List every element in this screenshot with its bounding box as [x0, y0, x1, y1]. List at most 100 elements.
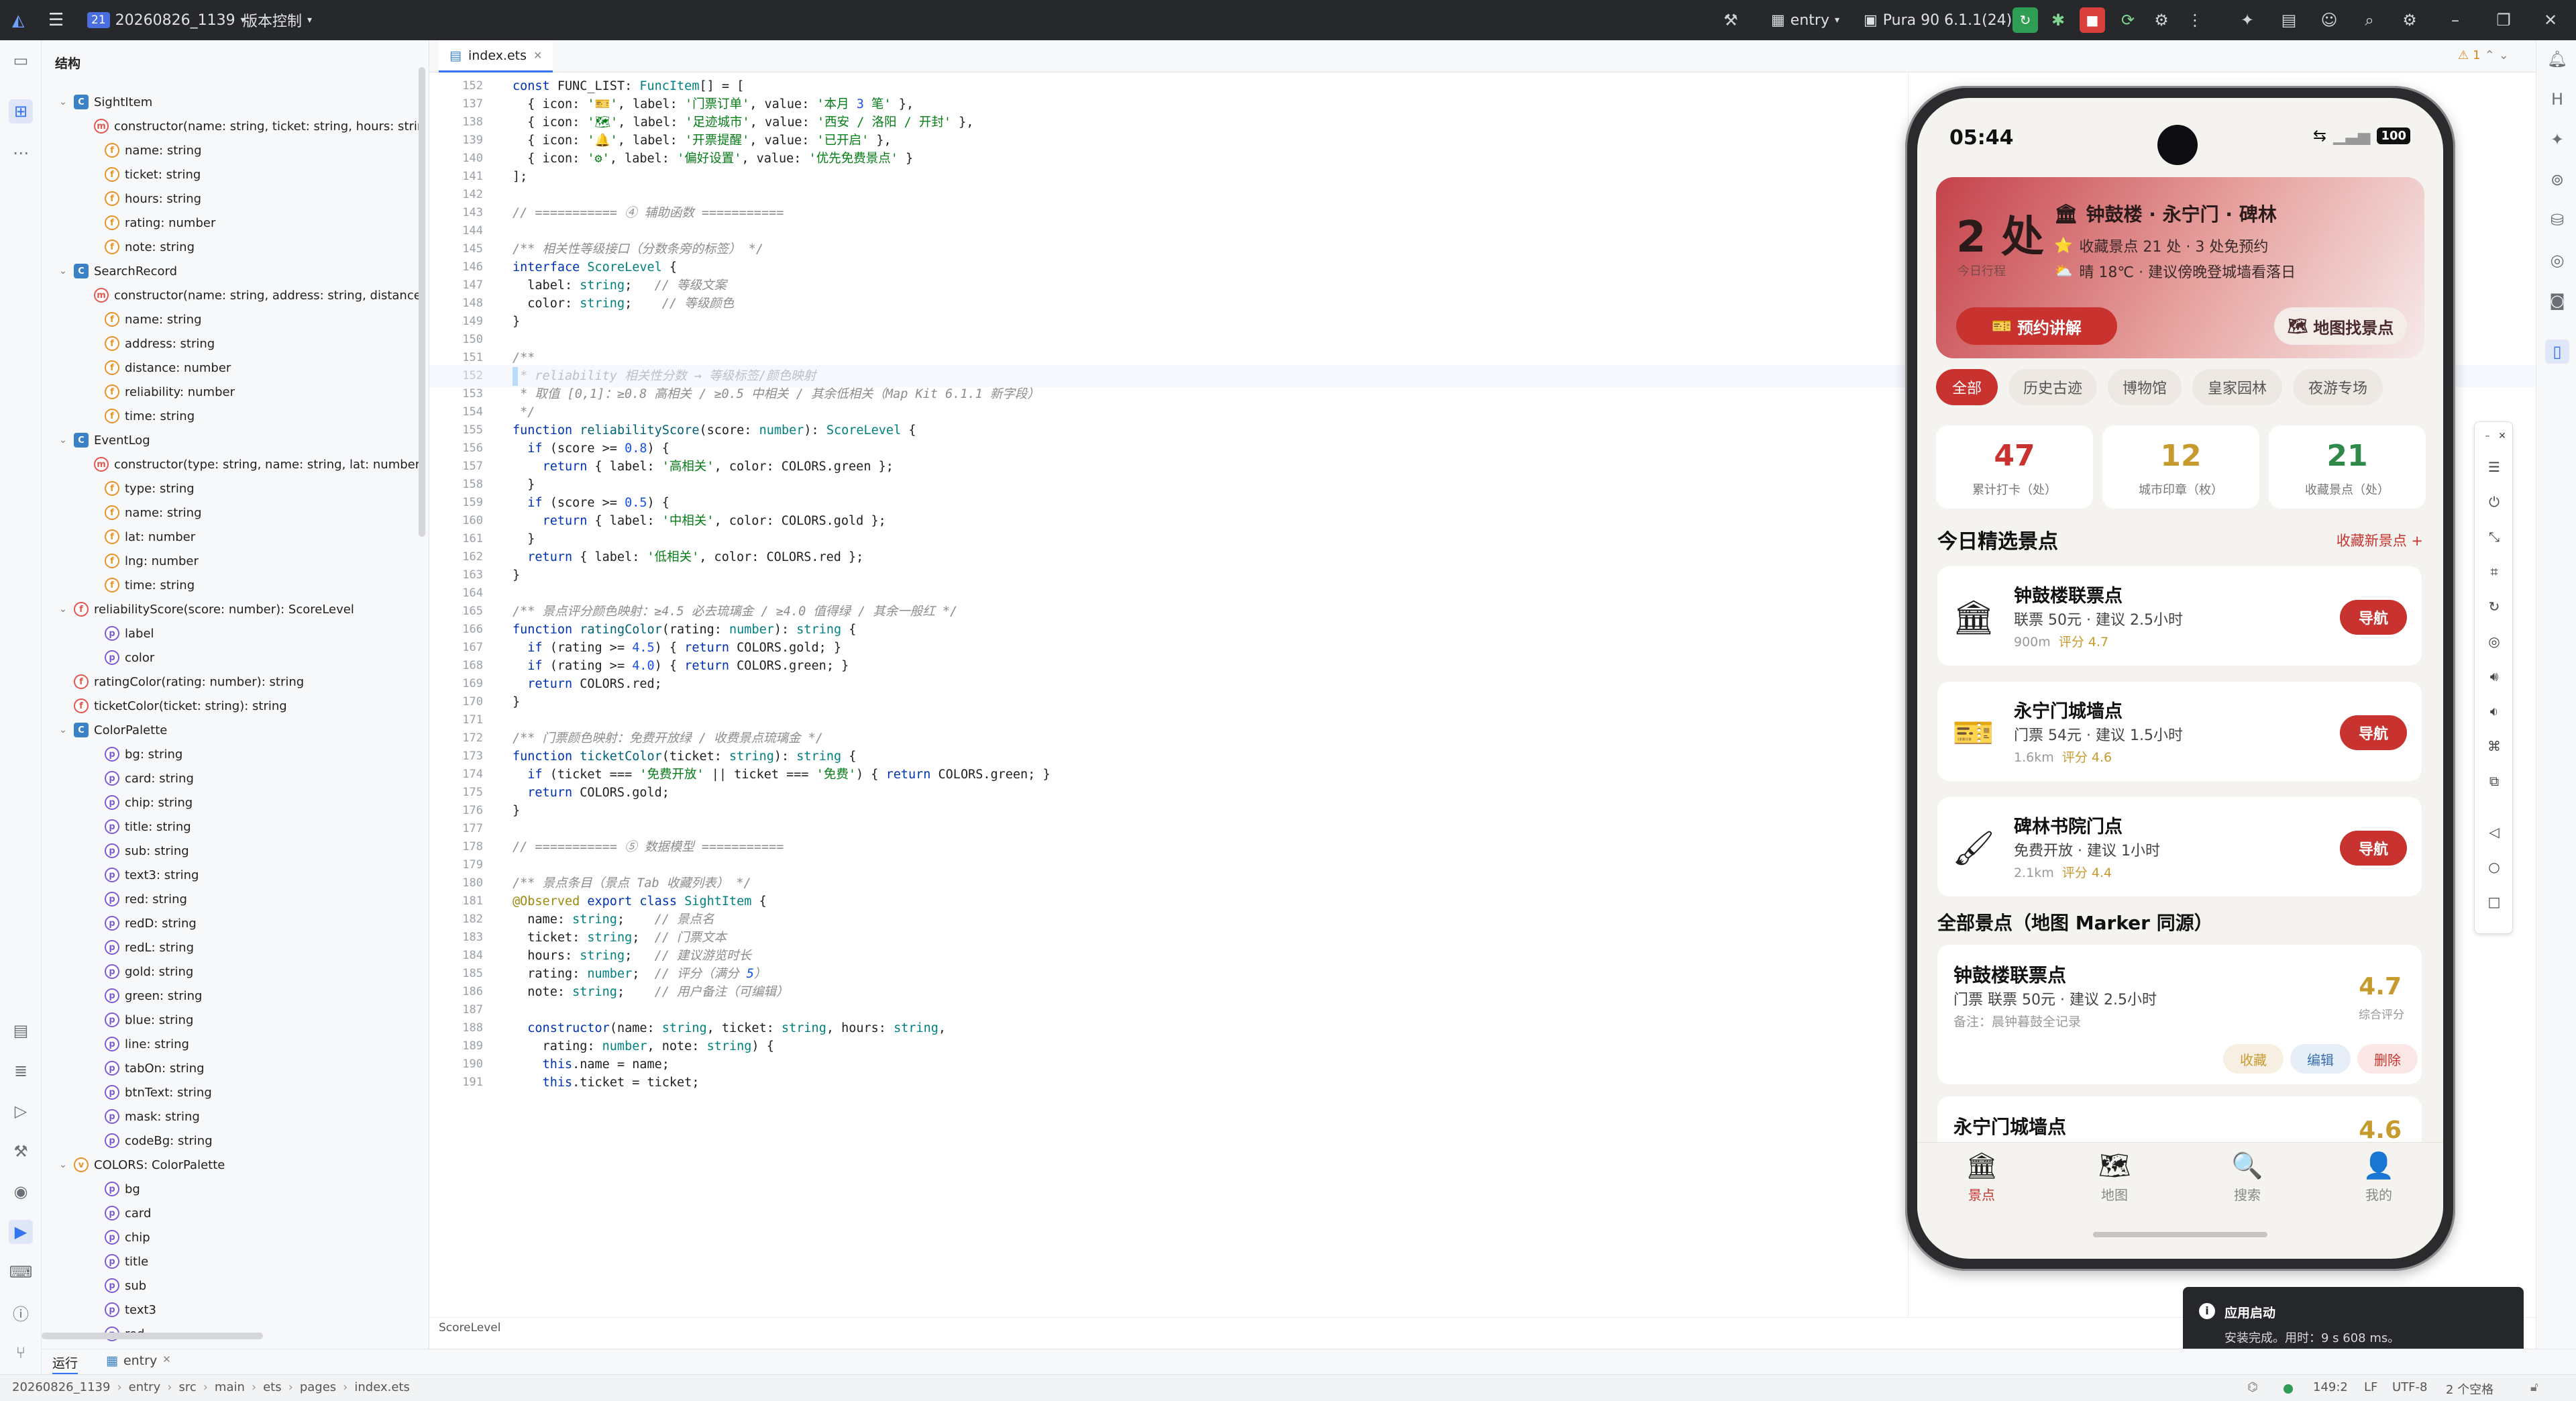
- tree-node[interactable]: f reliability: number: [89, 380, 420, 403]
- chip-historic[interactable]: 历史古迹: [2008, 369, 2097, 405]
- tree-node[interactable]: f ratingColor(rating: number): string: [58, 670, 420, 693]
- volume-down-icon[interactable]: 🔉︎: [2484, 701, 2504, 721]
- database-icon[interactable]: ⛁: [2545, 208, 2569, 232]
- chevron-down-icon[interactable]: ⌄: [58, 725, 68, 735]
- camera-tool-icon[interactable]: ◙: [2545, 289, 2569, 313]
- tree-node[interactable]: f name: string: [89, 308, 420, 331]
- location-icon[interactable]: ◎: [2484, 631, 2504, 652]
- tree-node[interactable]: ⌄ C SearchRecord: [58, 260, 420, 282]
- stop-icon[interactable]: ■: [2080, 7, 2105, 33]
- navigate-button[interactable]: 导航: [2340, 831, 2407, 866]
- warning-indicator[interactable]: ⚠ 1 ⌃ ⌄: [2458, 48, 2509, 62]
- tab-mine[interactable]: 👤 我的: [2339, 1149, 2419, 1204]
- terminal-log-icon[interactable]: ▤: [9, 1019, 33, 1043]
- account-icon[interactable]: ☺: [2318, 9, 2340, 31]
- tree-node[interactable]: p mask: string: [89, 1105, 420, 1128]
- project-switcher[interactable]: 21 20260826_1139 ▾: [87, 0, 246, 40]
- pick-card[interactable]: 🏛 钟鼓楼联票点 联票 50元 · 建议 2.5小时 900m 评分 4.7 导…: [1937, 566, 2422, 666]
- tree-node[interactable]: p chip: [89, 1226, 420, 1249]
- edit-button[interactable]: 编辑: [2290, 1044, 2351, 1074]
- crop-icon[interactable]: ⌗: [2484, 562, 2504, 582]
- structure-view-icon[interactable]: ⊞: [9, 99, 33, 123]
- breadcrumb-item[interactable]: ScoreLevel: [439, 1321, 501, 1335]
- play-circle-icon[interactable]: ▷: [9, 1099, 33, 1123]
- device-mirror-icon[interactable]: ▯: [2545, 340, 2569, 364]
- delete-button[interactable]: 删除: [2357, 1044, 2418, 1074]
- tree-horizontal-scrollbar[interactable]: [42, 1333, 263, 1339]
- tab-map[interactable]: 🗺 地图: [2074, 1149, 2155, 1204]
- favorite-button[interactable]: 收藏: [2223, 1044, 2284, 1074]
- tree-node[interactable]: f time: string: [89, 405, 420, 427]
- path-crumb[interactable]: main: [215, 1380, 245, 1394]
- tree-node[interactable]: p color: [89, 646, 420, 669]
- layers-icon[interactable]: ≣: [9, 1059, 33, 1083]
- navigate-button[interactable]: 导航: [2340, 600, 2407, 635]
- device-selector[interactable]: ▣ Pura 90 6.1.1(24) ▾: [1864, 0, 2022, 40]
- tree-vertical-scrollbar[interactable]: [419, 67, 425, 537]
- chevron-up-icon[interactable]: ⌃: [2485, 48, 2495, 62]
- tree-node[interactable]: m constructor(name: string, ticket: strin…: [89, 115, 420, 138]
- minimize-icon[interactable]: –: [2445, 9, 2466, 31]
- tree-node[interactable]: p line: string: [89, 1033, 420, 1055]
- tree-node[interactable]: p text3: string: [89, 864, 420, 886]
- chip-royal-garden[interactable]: 皇家园林: [2192, 369, 2282, 405]
- inspection-icon[interactable]: ⌬: [2247, 1380, 2258, 1394]
- tree-node[interactable]: p gold: string: [89, 960, 420, 983]
- tree-node[interactable]: f distance: number: [89, 356, 420, 379]
- git-icon[interactable]: ⑂: [9, 1341, 33, 1365]
- tree-node[interactable]: p bg: [89, 1178, 420, 1200]
- build-icon[interactable]: ⚒: [1720, 9, 1741, 31]
- tree-node[interactable]: ⌄ C ColorPalette: [58, 719, 420, 741]
- folder-icon[interactable]: ▤: [2278, 9, 2300, 31]
- pick-card[interactable]: 🖌 碑林书院门点 免费开放 · 建议 1小时 2.1km 评分 4.4 导航: [1937, 797, 2422, 896]
- search-icon[interactable]: ⌕: [2359, 9, 2380, 31]
- tree-node[interactable]: f time: string: [89, 574, 420, 596]
- tree-node[interactable]: f hours: string: [89, 187, 420, 210]
- tree-node[interactable]: ⌄ C EventLog: [58, 429, 420, 452]
- screenshot-icon[interactable]: ⌘: [2484, 736, 2504, 756]
- cursor-position[interactable]: 149:2: [2313, 1380, 2348, 1394]
- flip-icon[interactable]: ⤡: [2484, 527, 2504, 547]
- vcs-menu[interactable]: 版本控制 ▾: [243, 0, 312, 40]
- notifications-icon[interactable]: 🔔︎: [2545, 47, 2569, 71]
- record-icon[interactable]: ⧉: [2484, 771, 2504, 791]
- tab-sights[interactable]: 🏛 景点: [1941, 1149, 2022, 1204]
- tree-node[interactable]: f ticket: string: [89, 163, 420, 186]
- run-config-tab[interactable]: ▦ entry ✕: [106, 1353, 171, 1368]
- tree-node[interactable]: ⌄ f reliabilityScore(score: number): Score…: [58, 598, 420, 621]
- build-tool-icon[interactable]: ⚒: [9, 1139, 33, 1163]
- tree-node[interactable]: p redD: string: [89, 912, 420, 935]
- run-icon[interactable]: ↻: [2012, 7, 2038, 33]
- preview-icon[interactable]: ◎: [2545, 248, 2569, 272]
- tree-node[interactable]: p bg: string: [89, 743, 420, 766]
- lock-icon[interactable]: 🔓︎: [2530, 1380, 2538, 1394]
- device-manager-icon[interactable]: ⊚: [2545, 168, 2569, 192]
- close-tab-icon[interactable]: ✕: [533, 49, 542, 62]
- profile-icon[interactable]: ◉: [9, 1180, 33, 1204]
- file-encoding[interactable]: UTF-8: [2392, 1380, 2427, 1394]
- tree-node[interactable]: p card: [89, 1202, 420, 1225]
- tree-node[interactable]: f name: string: [89, 501, 420, 524]
- settings-icon[interactable]: ⚙: [2399, 9, 2420, 31]
- tree-node[interactable]: p title: [89, 1250, 420, 1273]
- path-crumb[interactable]: 20260826_1139: [12, 1380, 110, 1394]
- tree-node[interactable]: ⌄ C SightItem: [58, 91, 420, 113]
- tree-node[interactable]: m constructor(name: string, address: stri…: [89, 284, 420, 307]
- debug-icon[interactable]: ✱: [2047, 9, 2069, 31]
- maximize-icon[interactable]: ❐: [2493, 9, 2514, 31]
- phone-screen[interactable]: 05:44 ⇆ ▁▃▅ 100 2 处 今日行程 🏛 钟鼓楼 · 永宁门 · 碑林…: [1917, 98, 2443, 1259]
- run-tab[interactable]: 运行: [52, 1353, 78, 1375]
- tree-node[interactable]: p green: string: [89, 984, 420, 1007]
- ai-icon[interactable]: ✦: [2545, 127, 2569, 152]
- tree-node[interactable]: p blue: string: [89, 1008, 420, 1031]
- tree-node[interactable]: p card: string: [89, 767, 420, 790]
- tab-index-ets[interactable]: ▤ index.ets ✕: [439, 40, 553, 72]
- path-crumb[interactable]: src: [178, 1380, 196, 1394]
- more-icon[interactable]: ⋮: [2184, 9, 2206, 31]
- tab-search[interactable]: 🔍 搜索: [2207, 1149, 2288, 1204]
- tree-node[interactable]: p sub: [89, 1274, 420, 1297]
- close-tab-icon[interactable]: ✕: [162, 1353, 171, 1368]
- tree-node[interactable]: f address: string: [89, 332, 420, 355]
- home-indicator[interactable]: [2093, 1232, 2267, 1237]
- close-icon[interactable]: ✕: [2492, 426, 2512, 446]
